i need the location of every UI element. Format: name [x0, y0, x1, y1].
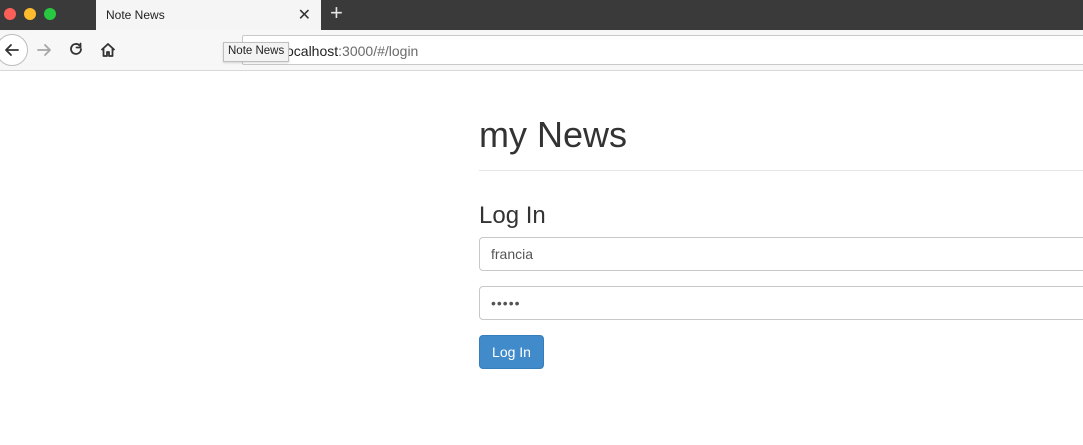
login-heading: Log In — [479, 202, 546, 229]
browser-toolbar: ocalhost:3000/#/login — [0, 30, 1083, 71]
header-divider — [479, 170, 1083, 171]
tab-title: Note News — [106, 8, 165, 22]
username-value: francia — [491, 246, 534, 262]
address-bar[interactable]: ocalhost:3000/#/login — [242, 35, 1083, 65]
tab-close-icon[interactable]: ✕ — [298, 5, 311, 25]
back-button[interactable] — [0, 34, 28, 66]
username-input[interactable]: francia — [479, 237, 1083, 271]
forward-button[interactable] — [34, 39, 54, 61]
reload-button[interactable] — [66, 39, 86, 61]
browser-tab-strip: Note News ✕ + — [0, 0, 1083, 30]
home-button[interactable] — [98, 39, 118, 61]
browser-tab[interactable]: Note News ✕ — [96, 0, 321, 30]
app-title: my News — [479, 114, 628, 155]
password-input[interactable]: ••••• — [479, 286, 1083, 320]
minimize-window-icon[interactable] — [24, 8, 36, 20]
arrow-left-icon — [5, 44, 19, 56]
password-value: ••••• — [491, 295, 521, 311]
new-tab-icon[interactable]: + — [330, 2, 343, 24]
address-url: ocalhost:3000/#/login — [286, 43, 418, 59]
zoom-window-icon[interactable] — [44, 8, 56, 20]
url-path: :3000/#/login — [338, 43, 419, 59]
home-icon — [100, 43, 116, 57]
arrow-right-icon — [37, 44, 51, 56]
url-host: ocalhost — [286, 43, 339, 59]
tab-tooltip: Note News — [223, 42, 290, 62]
reload-icon — [70, 42, 82, 55]
close-window-icon[interactable] — [4, 8, 16, 20]
login-button[interactable]: Log In — [479, 335, 544, 369]
